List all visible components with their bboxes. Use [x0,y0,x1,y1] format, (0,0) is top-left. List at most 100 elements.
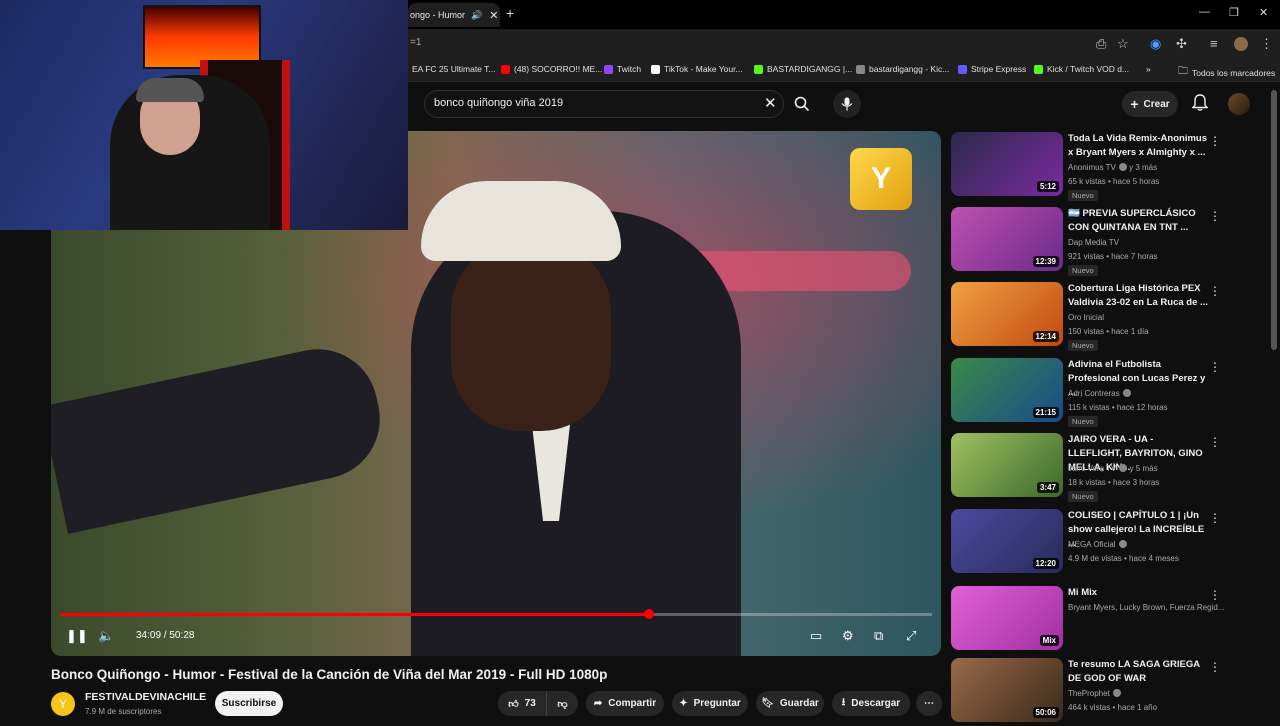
channel-name[interactable]: FESTIVALDEVINACHILE [85,691,206,703]
recommendation-title[interactable]: Toda La Vida Remix-Anonimus x Bryant Mye… [1068,132,1208,160]
create-button[interactable]: + Crear [1122,91,1178,117]
extensions-puzzle-icon[interactable]: ✣ [1176,36,1187,52]
bookmark-star-icon[interactable]: ☆ [1117,36,1129,52]
more-options-icon[interactable]: ⋮ [1209,511,1221,525]
maximize-button[interactable]: ❐ [1229,6,1239,19]
video-thumbnail[interactable]: 3:47 [951,433,1063,497]
video-title: Bonco Quiñongo - Humor - Festival de la … [51,667,608,682]
channel-watermark-logo: Y [850,148,912,210]
notifications-bell-icon[interactable] [1191,94,1209,117]
recommendation-item[interactable]: 5:12 Toda La Vida Remix-Anonimus x Bryan… [951,132,1231,201]
recommendation-meta: 150 vistas • hace 1 día [1068,327,1149,336]
recommendation-channel[interactable]: Oro Inicial [1068,313,1104,322]
recommendation-channel[interactable]: Dap Media TV [1068,238,1119,247]
new-badge: Nuevo [1068,416,1098,427]
more-options-icon[interactable]: ⋮ [1209,588,1221,602]
miniplayer-icon[interactable]: ⧉ [874,628,883,644]
video-thumbnail[interactable]: 21:15 [951,358,1063,422]
more-options-icon[interactable]: ⋮ [1209,660,1221,674]
share-arrow-icon: ➦ [593,698,603,709]
recommendation-item[interactable]: 21:15 Adivina el Futbolista Profesional … [951,358,1231,427]
clear-search-icon[interactable]: ✕ [764,94,777,112]
tab-search-icon[interactable]: ≡ [1210,36,1218,51]
all-bookmarks-folder[interactable]: 🗀 Todos los marcadores [1178,64,1275,81]
recommendation-channel[interactable]: MEGA Oficial [1068,540,1127,549]
twitch-icon [604,64,613,74]
recommendation-item[interactable]: 12:20 COLISEO | CAPÍTULO 1 | ¡Un show ca… [951,509,1231,577]
more-options-icon[interactable]: ⋮ [1209,209,1221,223]
share-button[interactable]: ➦ Compartir [586,691,664,716]
search-icon [794,96,810,112]
video-thumbnail[interactable]: 12:14 [951,282,1063,346]
new-tab-button[interactable]: + [506,5,514,21]
search-button[interactable] [786,90,818,118]
recommendation-channel[interactable]: Jairo Vera TV y 5 más [1068,464,1158,473]
recommendation-item[interactable]: 3:47 JAIRO VERA - UA - LLEFLIGHT, BAYRIT… [951,433,1231,502]
browser-tab-active[interactable]: ongo - Humor 🔊 ✕ [408,3,500,27]
minimize-button[interactable]: — [1199,6,1210,18]
channel-avatar[interactable]: Y [51,692,75,716]
recommendation-title[interactable]: Mi Mix [1068,586,1208,600]
download-button[interactable]: ⭳ Descargar [832,691,910,716]
volume-icon[interactable]: 🔈 [98,628,114,644]
kick-icon [1034,64,1043,74]
extension-icon[interactable]: ◉ [1150,36,1161,52]
more-options-icon[interactable]: ⋮ [1209,435,1221,449]
bookmark-item[interactable]: EA FC 25 Ultimate T... [412,64,495,74]
url-text[interactable]: =1 [410,37,421,48]
profile-avatar[interactable] [1234,37,1248,51]
subtitles-icon[interactable]: ▭ [810,628,822,644]
recommendation-title[interactable]: Cobertura Liga Histórica PEX Valdivia 23… [1068,282,1208,310]
dislike-button[interactable]: 👎︎ [546,691,578,716]
more-bookmarks-chevron-icon[interactable]: » [1146,64,1151,74]
recommendation-channel[interactable]: Anonimus TV y 3 más [1068,163,1157,172]
page-scrollbar[interactable] [1271,90,1277,350]
recommendation-channel[interactable]: Adri Contreras [1068,389,1131,398]
bookmark-item[interactable]: TikTok - Make Your... [651,64,743,74]
bookmark-item[interactable]: Stripe Express [958,64,1026,74]
video-thumbnail[interactable]: 12:20 [951,509,1063,573]
recommendation-item[interactable]: 12:39 🇦🇷 PREVIA SUPERCLÁSICO CON QUINTAN… [951,207,1231,276]
recommendation-channel[interactable]: Bryant Myers, Lucky Brown, Fuerza Regid.… [1068,603,1225,612]
more-options-icon[interactable]: ⋮ [1209,134,1221,148]
browser-menu-icon[interactable]: ⋮ [1260,36,1273,52]
bookmark-item[interactable]: bastardigangg - Kic... [856,64,949,74]
account-avatar[interactable] [1228,93,1250,115]
install-app-icon[interactable]: ⎙ [1096,36,1106,52]
more-options-icon[interactable]: ⋮ [1209,284,1221,298]
duration-badge: 5:12 [1036,181,1059,192]
recommendation-title[interactable]: Te resumo LA SAGA GRIEGA DE GOD OF WAR [1068,658,1208,686]
video-thumbnail[interactable]: 50:06 [951,658,1063,722]
recommendation-item[interactable]: 12:14 Cobertura Liga Histórica PEX Valdi… [951,282,1231,351]
more-options-icon[interactable]: ⋮ [1209,360,1221,374]
pause-icon[interactable]: ❚❚ [66,628,88,644]
recommendation-item[interactable]: 50:06 Te resumo LA SAGA GRIEGA DE GOD OF… [951,658,1231,726]
fullscreen-icon[interactable]: ⤢ [906,628,916,644]
recommendation-title[interactable]: 🇦🇷 PREVIA SUPERCLÁSICO CON QUINTANA EN T… [1068,207,1208,235]
sparkle-icon: ✦ [679,698,688,709]
search-input[interactable]: bonco quiñongo viña 2019 [434,97,563,109]
mix-thumbnail[interactable]: Mix [951,586,1063,650]
voice-search-button[interactable] [833,90,861,118]
bookmark-item[interactable]: (48) SOCORRO!! ME... [501,64,602,74]
verified-icon [1118,540,1127,548]
more-actions-button[interactable]: ⋯ [916,691,942,716]
tiktok-icon [651,64,660,74]
save-button[interactable]: 🔖︎ Guardar [756,691,824,716]
video-thumbnail[interactable]: 12:39 [951,207,1063,271]
bookmark-item[interactable]: Twitch [604,64,641,74]
close-tab-icon[interactable]: ✕ [489,9,498,22]
like-button[interactable]: 👍︎ 73 [498,691,546,716]
ask-button[interactable]: ✦ Preguntar [672,691,748,716]
recommendation-channel[interactable]: TheProphet [1068,689,1121,698]
youtube-icon [501,64,510,74]
bookmark-item[interactable]: Kick / Twitch VOD d... [1034,64,1129,74]
settings-gear-icon[interactable]: ⚙ [842,628,854,644]
speaker-icon[interactable]: 🔊 [471,10,482,21]
subscribe-button[interactable]: Suscribirse [215,691,283,716]
globe-icon [856,64,865,74]
video-thumbnail[interactable]: 5:12 [951,132,1063,196]
recommendation-item[interactable]: Mix Mi Mix Bryant Myers, Lucky Brown, Fu… [951,586,1231,654]
bookmark-item[interactable]: BASTARDIGANGG |... [754,64,852,74]
close-window-button[interactable]: ✕ [1259,6,1268,19]
